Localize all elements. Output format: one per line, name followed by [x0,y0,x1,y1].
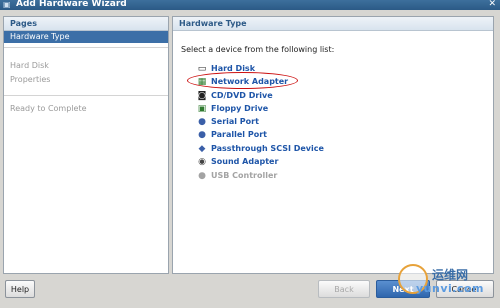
page-item-properties: Properties [10,75,51,84]
scsi-icon: ◆ [198,144,206,154]
page-item-ready-to-complete: Ready to Complete [10,104,87,113]
serial-port-icon: ● [198,117,206,127]
hardware-type-panel: Hardware Type Select a device from the f… [172,16,494,274]
divider [4,95,168,96]
pages-panel: Pages Hardware Type Hard Disk Properties… [3,16,169,274]
page-item-hard-disk: Hard Disk [10,61,49,70]
window-title: Add Hardware Wizard [16,0,127,9]
divider [4,47,168,48]
watermark-cn: 运维网 [432,268,469,282]
parallel-port-icon: ● [198,130,206,140]
hard-disk-icon: ▭ [197,64,207,74]
sound-icon: ◉ [198,157,206,167]
usb-icon: ● [198,171,206,181]
app-icon: ▣ [3,0,11,9]
back-button: Back [318,280,370,298]
device-prompt: Select a device from the following list: [181,45,335,54]
floppy-icon: ▣ [197,104,207,114]
page-item-hardware-type[interactable]: Hardware Type [4,31,168,43]
pages-header: Pages [4,17,168,31]
watermark-en: yunvi.com [416,282,484,295]
watermark: 运维网 yunvi.com [396,262,500,308]
title-bar: ▣ Add Hardware Wizard ✕ [0,0,500,10]
cd-dvd-icon: ◙ [197,91,207,101]
close-icon[interactable]: ✕ [488,0,496,9]
hardware-type-header: Hardware Type [173,17,493,31]
network-adapter-icon: ▦ [197,77,207,87]
help-button[interactable]: Help [5,280,35,298]
